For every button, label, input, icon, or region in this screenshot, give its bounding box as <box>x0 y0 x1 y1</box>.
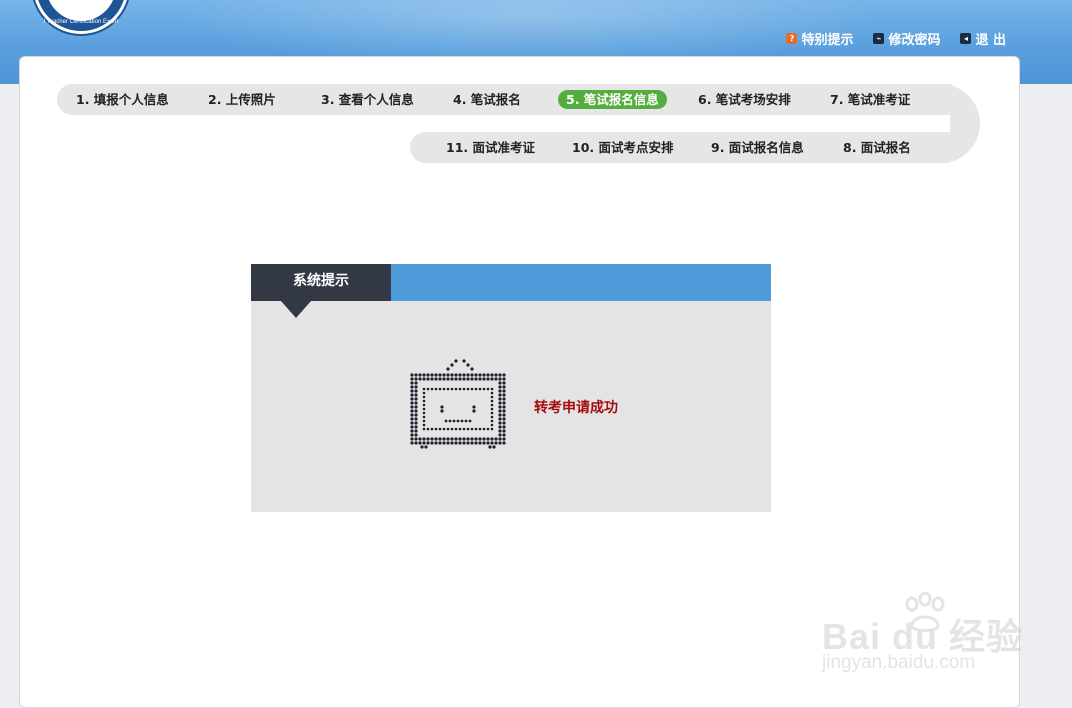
step-written-exam-room[interactable]: 6. 笔试考场安排 <box>698 84 791 115</box>
baidu-watermark: Bai du 经验 jingyan.baidu.com <box>820 590 1022 680</box>
steps-track-gap <box>918 115 950 132</box>
system-prompt-dialog: 系统提示 转考申请成功 <box>251 264 771 512</box>
step-view-personal-info[interactable]: 3. 查看个人信息 <box>321 84 414 115</box>
steps-track-written: 1. 填报个人信息 2. 上传照片 3. 查看个人信息 4. 笔试报名 5. 笔… <box>57 84 952 115</box>
step-written-admission-ticket[interactable]: 7. 笔试准考证 <box>830 84 910 115</box>
change-password-link[interactable]: ⌁ 修改密码 <box>873 29 940 48</box>
watermark-url: jingyan.baidu.com <box>822 652 976 673</box>
step-interview-venue[interactable]: 10. 面试考点安排 <box>572 132 674 163</box>
dialog-title: 系统提示 <box>251 264 391 301</box>
key-icon: ⌁ <box>873 33 885 44</box>
special-tips-link[interactable]: ? 特别提示 <box>786 29 853 48</box>
step-fill-personal-info[interactable]: 1. 填报个人信息 <box>76 84 169 115</box>
change-password-label: 修改密码 <box>888 33 941 48</box>
success-message: 转考申请成功 <box>534 400 618 416</box>
logo-emblem <box>46 0 116 21</box>
step-written-registration-info[interactable]: 5. 笔试报名信息 <box>558 90 667 109</box>
step-upload-photo[interactable]: 2. 上传照片 <box>208 84 276 115</box>
top-links: ? 特别提示 ⌁ 修改密码 ◂ 退 出 <box>786 29 1006 48</box>
step-interview-admission-ticket[interactable]: 11. 面试准考证 <box>446 132 535 163</box>
question-icon: ? <box>786 33 798 44</box>
dialog-title-pointer <box>281 301 311 318</box>
tv-icon <box>410 359 506 449</box>
steps-track-interview: 11. 面试准考证 10. 面试考点安排 9. 面试报名信息 8. 面试报名 <box>410 132 950 163</box>
special-tips-label: 特别提示 <box>801 33 854 48</box>
step-interview-registration[interactable]: 8. 面试报名 <box>843 132 911 163</box>
logo: l Teacher Certification Exam <box>33 0 129 34</box>
logo-text: l Teacher Certification Exam <box>43 19 119 25</box>
step-written-registration[interactable]: 4. 笔试报名 <box>453 84 521 115</box>
logout-label: 退 出 <box>975 33 1006 48</box>
step-interview-registration-info[interactable]: 9. 面试报名信息 <box>711 132 804 163</box>
exit-icon: ◂ <box>960 33 972 44</box>
logout-link[interactable]: ◂ 退 出 <box>960 29 1006 48</box>
